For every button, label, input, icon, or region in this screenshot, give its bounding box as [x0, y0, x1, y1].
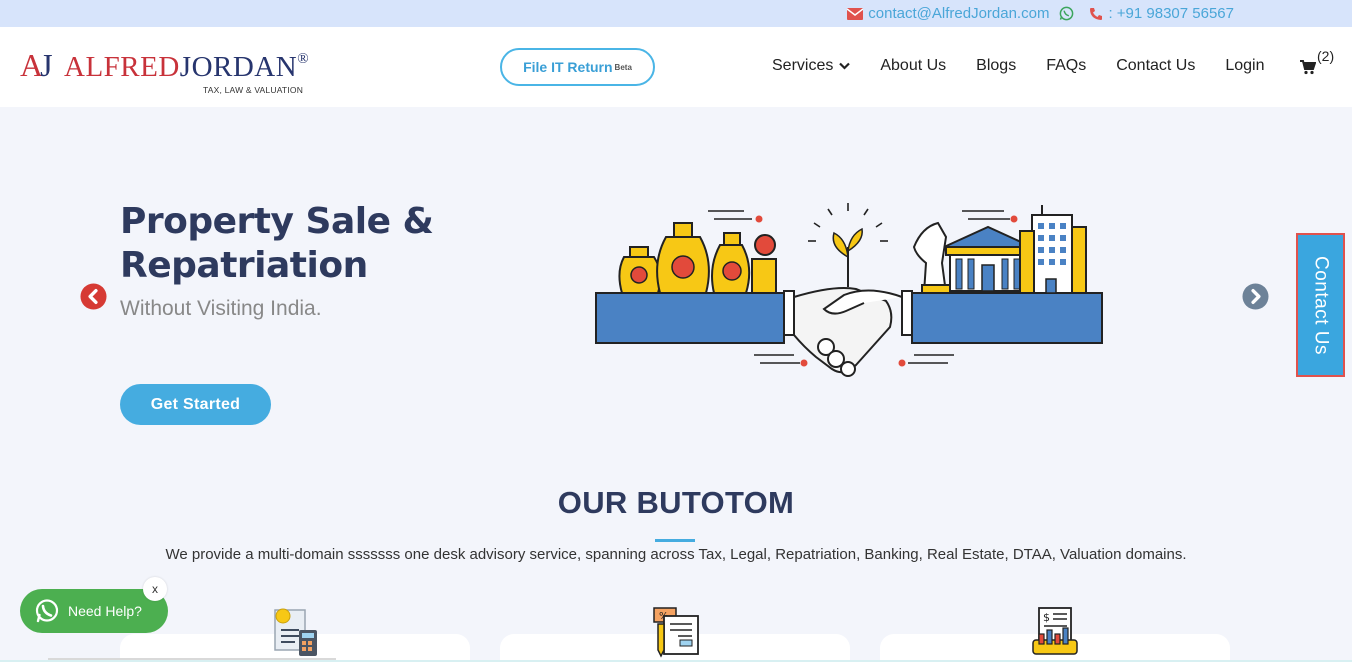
- hero-subtitle: Without Visiting India.: [120, 297, 322, 320]
- envelope-icon: [847, 7, 864, 20]
- beta-badge: Beta: [614, 62, 632, 72]
- nav-services[interactable]: Services: [772, 57, 851, 75]
- email-link[interactable]: contact@AlfredJordan.com: [847, 5, 1049, 22]
- services-section: OUR BUTOTOM We provide a multi-domain ss…: [0, 454, 1352, 662]
- cart-icon: [1300, 60, 1316, 75]
- nav-login[interactable]: Login: [1225, 57, 1264, 75]
- contact-us-side-tab[interactable]: Contact Us: [1296, 233, 1345, 377]
- handshake-illustration: [595, 203, 1103, 377]
- tax-calculator-icon: [274, 608, 317, 656]
- nav-about-us[interactable]: About Us: [880, 57, 946, 75]
- close-help-button[interactable]: x: [143, 577, 167, 601]
- email-text: contact@AlfredJordan.com: [868, 5, 1050, 22]
- whatsapp-link[interactable]: [1059, 6, 1079, 21]
- nav-faqs[interactable]: FAQs: [1046, 57, 1086, 75]
- chevron-down-icon: [839, 62, 851, 70]
- section-title: OUR BUTOTOM: [557, 485, 795, 520]
- get-started-button[interactable]: Get Started: [120, 384, 271, 425]
- phone-icon: [1090, 7, 1103, 20]
- contact-tab-label: Contact Us: [1310, 255, 1332, 355]
- slider-prev-arrow-icon[interactable]: [80, 283, 107, 310]
- main-nav: Services About Us Blogs FAQs Contact Us …: [772, 48, 1334, 75]
- section-title-underline: [655, 539, 695, 542]
- financial-report-icon: $: [1032, 607, 1078, 655]
- section-description: We provide a multi-domain sssssss one de…: [165, 546, 1187, 563]
- hero-title: Property Sale & Repatriation: [120, 201, 434, 286]
- file-it-return-button[interactable]: File IT Return Beta: [500, 48, 655, 86]
- phone-text: : +91 98307 56567: [1108, 5, 1234, 22]
- nav-contact-us[interactable]: Contact Us: [1116, 57, 1195, 75]
- cart-count-badge: (2): [1317, 48, 1335, 64]
- slider-next-arrow-icon[interactable]: [1242, 283, 1269, 310]
- logo-tagline: TAX, LAW & VALUATION: [203, 85, 304, 95]
- cart-button[interactable]: (2): [1300, 48, 1334, 75]
- whatsapp-icon: [35, 599, 59, 623]
- nav-blogs[interactable]: Blogs: [976, 57, 1016, 75]
- hero-slider: Property Sale & Repatriation Without Vis…: [0, 107, 1352, 454]
- whatsapp-icon: [1060, 6, 1074, 21]
- top-contact-bar: contact@AlfredJordan.com : +91 98307 565…: [0, 0, 1352, 27]
- phone-link[interactable]: : +91 98307 56567: [1089, 5, 1234, 22]
- need-help-label: Need Help?: [68, 603, 142, 619]
- svg-text:$: $: [1043, 611, 1050, 624]
- site-header: AJ ALFREDJORDAN® TAX, LAW & VALUATION Fi…: [0, 27, 1352, 107]
- logo-wordmark: ALFREDJORDAN®: [64, 51, 310, 83]
- legal-document-icon: %: [653, 607, 699, 658]
- logo-mark: AJ: [20, 47, 53, 83]
- site-logo[interactable]: AJ ALFREDJORDAN® TAX, LAW & VALUATION: [20, 47, 320, 97]
